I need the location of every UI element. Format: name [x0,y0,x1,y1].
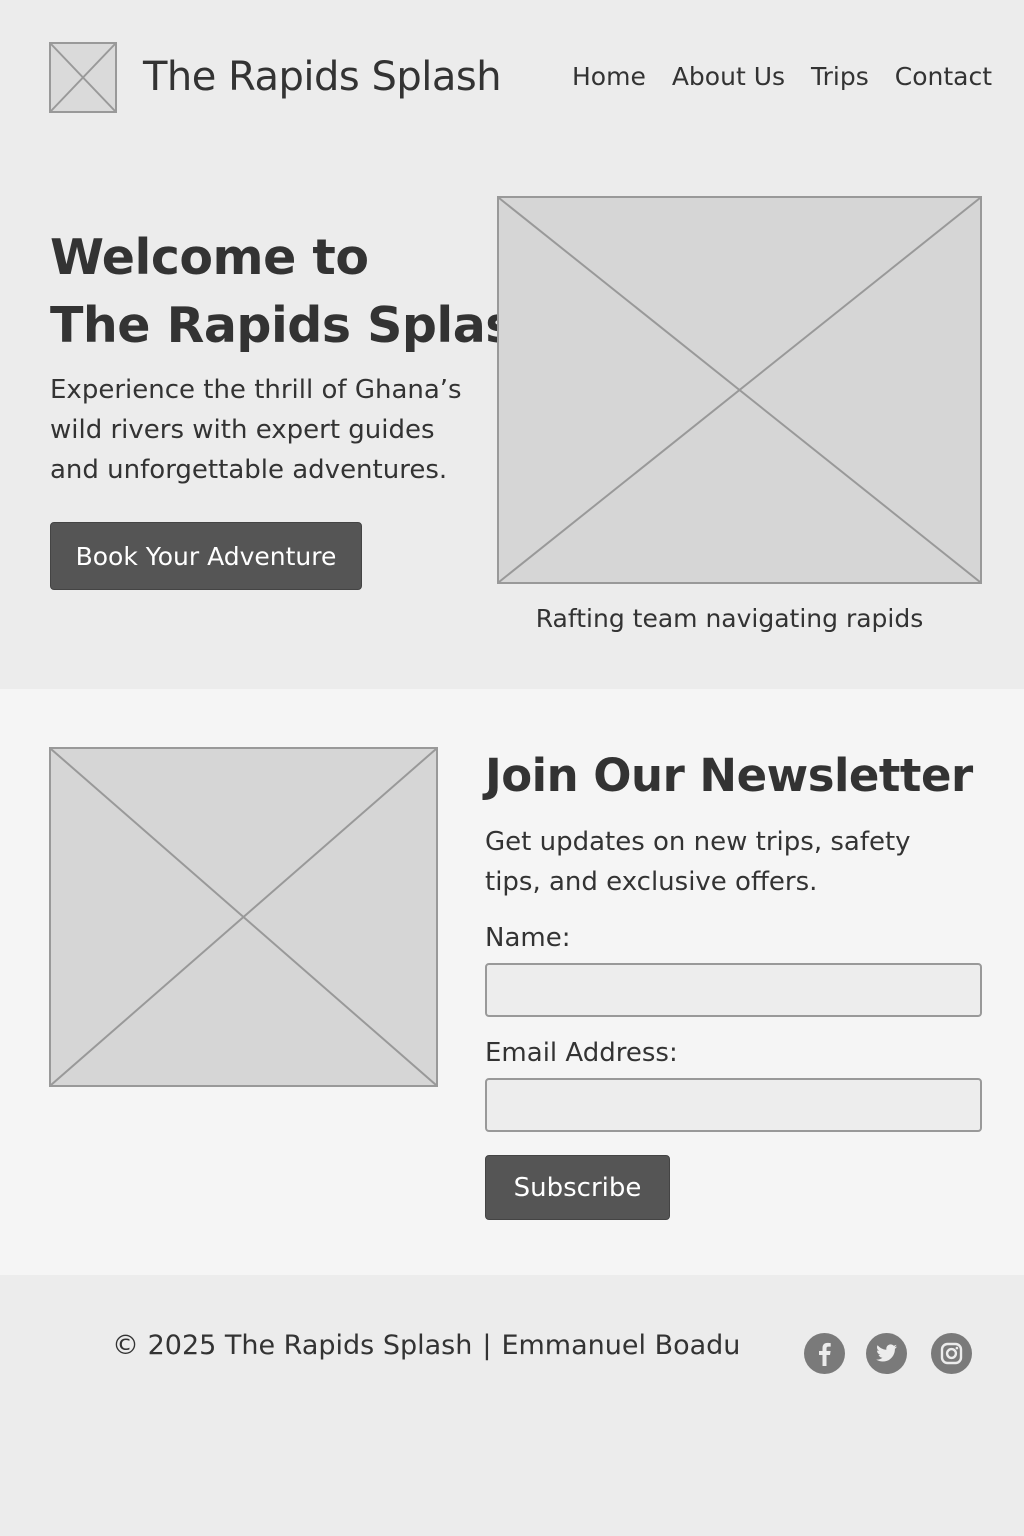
site-title[interactable]: The Rapids Splash [143,54,502,100]
twitter-icon[interactable] [866,1333,907,1374]
hero-title-line-1: Welcome to [50,229,369,286]
nav-link-home[interactable]: Home [572,62,646,91]
footer-separator: | [482,1330,492,1361]
logo-image-placeholder-icon[interactable] [49,42,117,113]
newsletter-description: Get updates on new trips, safety tips, a… [485,827,911,897]
instagram-icon[interactable] [931,1333,972,1374]
author-name: Emmanuel Boadu [501,1330,741,1361]
newsletter-image-placeholder-icon [49,747,438,1087]
facebook-icon[interactable] [804,1333,845,1374]
copyright-text: © 2025 The Rapids Splash [112,1330,473,1361]
nav-link-contact[interactable]: Contact [895,62,992,91]
hero-image-placeholder-icon [497,196,982,584]
subscribe-button[interactable]: Subscribe [485,1155,670,1220]
newsletter-section: Join Our Newsletter Get updates on new t… [0,689,1024,1275]
name-label: Name: [485,923,571,953]
hero-description: Experience the thrill of Ghana’s wild ri… [50,375,462,485]
hero-title: Welcome to The Rapids Splash [50,224,549,360]
email-label: Email Address: [485,1038,678,1068]
site-footer: © 2025 The Rapids Splash | Emmanuel Boadu [0,1275,1024,1536]
hero-section: Welcome to The Rapids Splash Experience … [0,160,1024,689]
email-input[interactable] [485,1078,982,1132]
book-adventure-button[interactable]: Book Your Adventure [50,522,362,590]
nav-link-trips[interactable]: Trips [811,62,869,91]
hero-image-caption: Rafting team navigating rapids [535,604,924,633]
newsletter-title: Join Our Newsletter [485,749,973,802]
footer-copyright: © 2025 The Rapids Splash | Emmanuel Boadu [112,1330,740,1361]
hero-title-line-2: The Rapids Splash [50,297,549,354]
name-input[interactable] [485,963,982,1017]
main-nav: Home About Us Trips Contact [572,62,992,91]
nav-link-about-us[interactable]: About Us [672,62,785,91]
site-header: The Rapids Splash Home About Us Trips Co… [0,0,1024,160]
